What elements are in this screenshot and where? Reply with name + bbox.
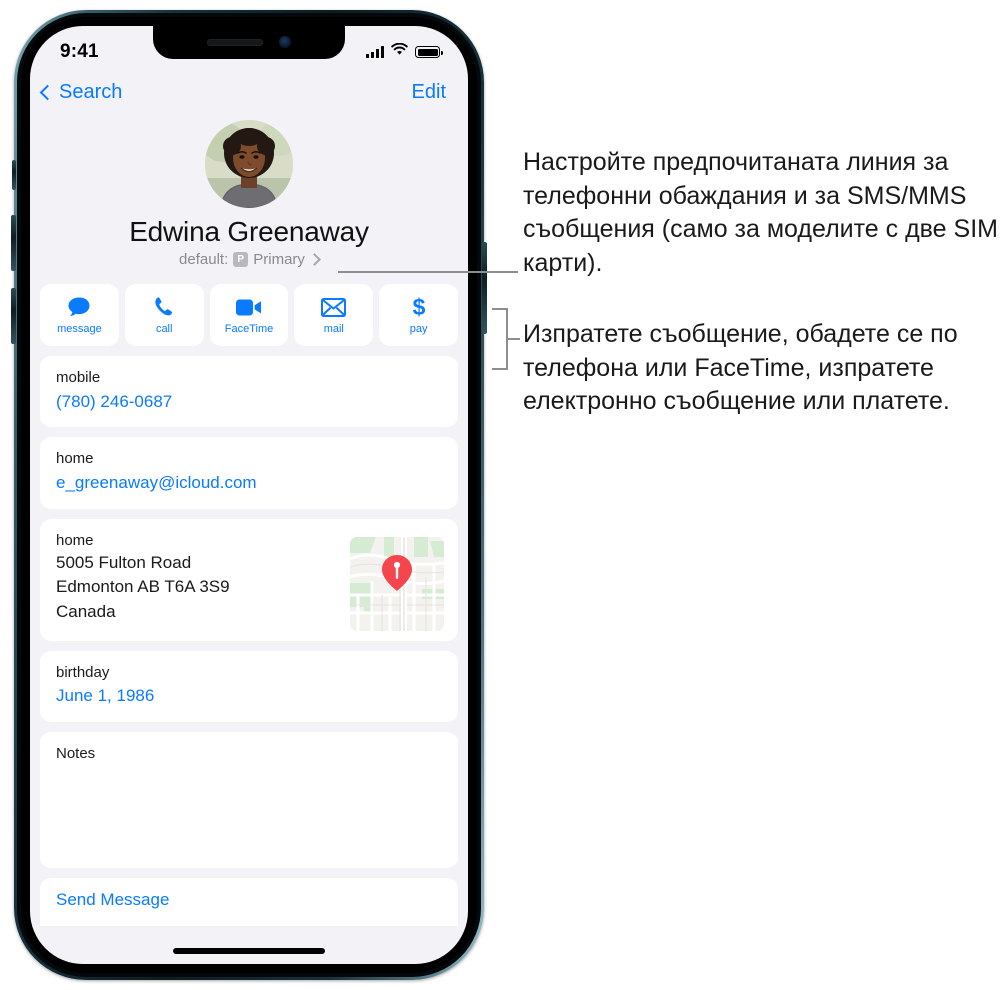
iphone-device-mockup: 9:41 Search Edit Edwina Greenaway defaul…: [11, 10, 487, 980]
dollar-sign-icon: $: [411, 295, 427, 319]
edit-button[interactable]: Edit: [412, 81, 446, 104]
callout-text-sim: Настройте предпочитаната линия за телефо…: [523, 148, 998, 277]
callout-text-actions: Изпратете съобщение, обадете се по телеф…: [523, 320, 958, 415]
address-line-3: Canada: [56, 601, 116, 621]
email-field-label: home: [56, 450, 94, 468]
default-line-selector[interactable]: default: P Primary: [36, 251, 462, 268]
address-line-2: Edmonton AB T6A 3S9: [56, 577, 230, 597]
action-label: pay: [409, 323, 428, 335]
back-to-search-button[interactable]: Search: [39, 80, 123, 104]
email-field-value[interactable]: e_greenaway@icloud.com: [56, 470, 442, 496]
status-bar-time: 9:41: [60, 41, 99, 62]
message-bubble-icon: [67, 295, 91, 319]
phone-handset-icon: [153, 295, 175, 319]
svg-text:$: $: [412, 295, 425, 319]
action-label: call: [155, 323, 173, 335]
action-label: mail: [323, 323, 344, 335]
avatar-container: [36, 120, 462, 208]
address-field-label: home: [56, 531, 94, 549]
chevron-left-icon: [39, 84, 56, 100]
battery-full-icon: [415, 46, 443, 58]
device-notch: [153, 26, 345, 59]
cellular-bars-icon: [366, 46, 384, 58]
birthday-field-label: birthday: [56, 663, 110, 681]
avatar[interactable]: [205, 120, 293, 208]
facetime-action-button[interactable]: FaceTime: [209, 284, 289, 346]
earpiece-speaker-icon: [207, 38, 263, 46]
wifi-icon: [391, 42, 408, 61]
silence-switch[interactable]: [12, 160, 16, 190]
birthday-field-card[interactable]: birthday June 1, 1986: [40, 650, 458, 722]
chevron-right-icon: [308, 253, 321, 266]
home-indicator[interactable]: [173, 948, 325, 954]
volume-down-button[interactable]: [11, 288, 16, 344]
action-label: message: [57, 323, 102, 335]
birthday-field-value[interactable]: June 1, 1986: [56, 683, 442, 709]
sim-badge-icon: P: [233, 252, 249, 267]
side-power-button[interactable]: [482, 242, 487, 334]
navigation-bar: Search Edit: [30, 72, 468, 112]
default-prefix-label: default:: [179, 251, 229, 268]
address-field-card[interactable]: home 5005 Fulton Road Edmonton AB T6A 3S…: [40, 518, 458, 641]
contact-name: Edwina Greenaway: [129, 216, 369, 247]
call-action-button[interactable]: call: [124, 284, 204, 346]
email-field-card[interactable]: home e_greenaway@icloud.com: [40, 437, 458, 509]
mail-action-button[interactable]: mail: [294, 284, 374, 346]
quick-actions-row: message call FaceTime mail $ pay: [40, 284, 458, 346]
phone-field-card[interactable]: mobile (780) 246-0687: [40, 356, 458, 428]
front-camera-icon: [279, 36, 291, 48]
pay-action-button[interactable]: $ pay: [379, 284, 458, 346]
phone-field-label: mobile: [56, 369, 101, 386]
send-message-button[interactable]: Send Message: [40, 877, 458, 926]
message-action-button[interactable]: message: [40, 284, 119, 346]
default-line-value: Primary: [253, 251, 305, 268]
action-label: FaceTime: [224, 323, 274, 335]
callout-leader-line-sim: [338, 271, 518, 273]
notes-field-card[interactable]: Notes: [40, 731, 458, 868]
volume-up-button[interactable]: [11, 215, 16, 271]
status-bar-indicators: [366, 42, 443, 61]
contact-detail-scroll: Edwina Greenaway default: P Primary mess…: [30, 112, 468, 964]
map-thumbnail-with-pin[interactable]: [350, 536, 444, 631]
back-button-label: Search: [59, 80, 123, 103]
callout-bracket-stem-actions: [506, 338, 520, 340]
envelope-icon: [321, 295, 347, 319]
phone-screen: 9:41 Search Edit Edwina Greenaway defaul…: [30, 26, 468, 964]
video-camera-icon: [235, 295, 262, 319]
notes-field-label: Notes: [56, 744, 96, 762]
phone-field-value[interactable]: (780) 246-0687: [56, 389, 442, 415]
address-line-1: 5005 Fulton Road: [56, 553, 192, 573]
